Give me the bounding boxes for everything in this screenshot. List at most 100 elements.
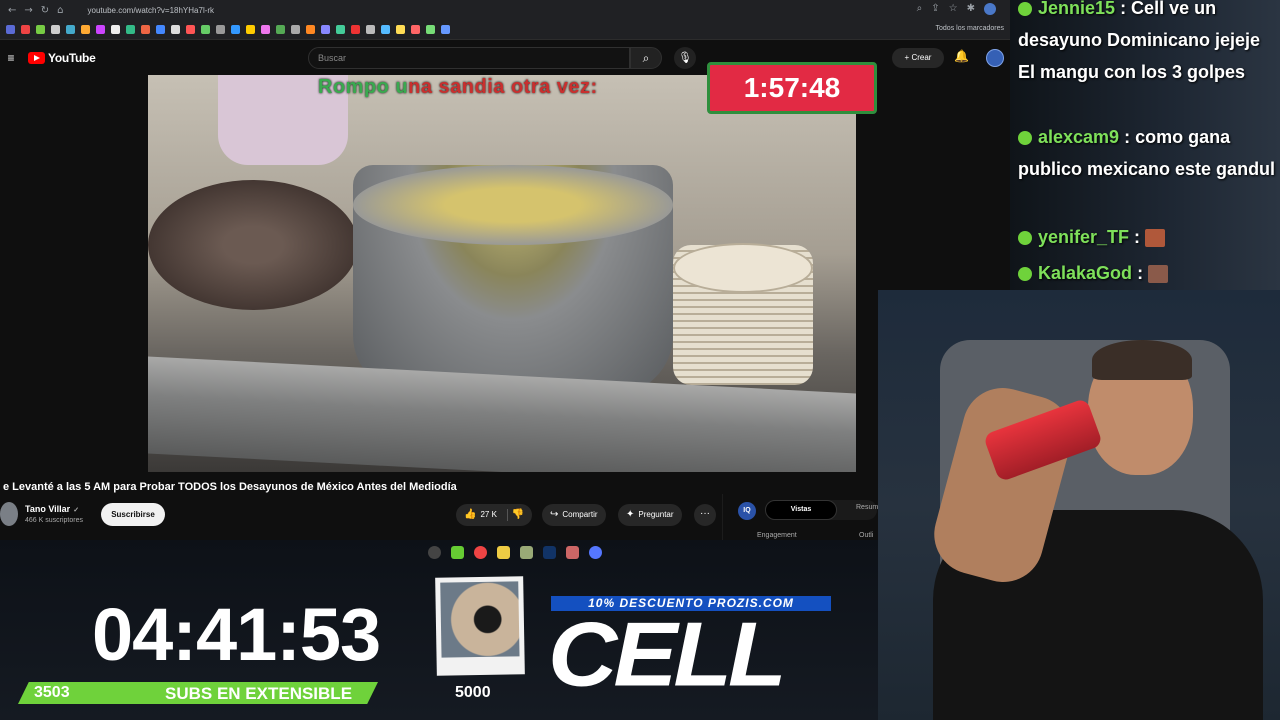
taskbar-app-icon[interactable] xyxy=(520,545,533,559)
notifications-icon[interactable]: 🔔 xyxy=(954,49,969,63)
bookmark-icon[interactable] xyxy=(276,25,285,34)
menu-icon[interactable]: ≡ xyxy=(2,51,20,65)
bookmark-icon[interactable] xyxy=(6,25,15,34)
bookmark-icon[interactable] xyxy=(111,25,120,34)
bookmark-icon[interactable] xyxy=(126,25,135,34)
bookmark-icon[interactable] xyxy=(51,25,60,34)
create-button[interactable]: + Crear xyxy=(892,48,944,68)
bookmark-icon[interactable] xyxy=(336,25,345,34)
streamer-hair xyxy=(1092,340,1192,380)
taskbar-app-icon[interactable] xyxy=(451,545,464,559)
taskbar-app-icon[interactable] xyxy=(566,545,579,559)
bookmark-icon[interactable] xyxy=(141,25,150,34)
youtube-logo[interactable]: YouTube xyxy=(28,51,96,65)
iq-badge[interactable]: IQ xyxy=(738,502,756,520)
chat-username: Jennie15 xyxy=(1038,0,1116,18)
promo-banner: 10% DESCUENTO PROZIS.COM xyxy=(551,596,831,611)
extensions-icon[interactable]: ✱ xyxy=(967,3,975,15)
bookmark-icon[interactable] xyxy=(201,25,210,34)
ask-button[interactable]: ✦ Preguntar xyxy=(618,504,682,526)
bookmark-icon[interactable] xyxy=(261,25,270,34)
chat-message: KalakaGod : xyxy=(1018,257,1278,289)
taskbar-app-icon[interactable] xyxy=(589,545,602,559)
like-button[interactable]: 👍 27 K 👎 xyxy=(456,504,533,526)
star-icon[interactable]: ☆ xyxy=(949,3,958,15)
bookmark-icon[interactable] xyxy=(441,25,450,34)
bookmark-icon[interactable] xyxy=(66,25,75,34)
folder-icon[interactable] xyxy=(497,545,510,559)
bookmark-icon[interactable] xyxy=(321,25,330,34)
stream-screen: { "browser": { "url": "youtube.com/watch… xyxy=(0,0,1280,720)
sub-badge-icon xyxy=(1018,267,1032,282)
chat-panel: Jennie15 : Cell ve un desayuno Dominican… xyxy=(1010,0,1280,290)
bookmark-icon[interactable] xyxy=(426,25,435,34)
cat-polaroid xyxy=(435,576,525,676)
subscribe-button[interactable]: Suscribirse xyxy=(101,503,165,526)
sub-badge-icon xyxy=(1018,2,1032,17)
share-button[interactable]: ↪ Compartir xyxy=(542,504,606,526)
bookmark-icon[interactable] xyxy=(21,25,30,34)
bookmark-icon[interactable] xyxy=(291,25,300,34)
zoom-icon[interactable]: ⌕ xyxy=(917,3,923,15)
profile-icon[interactable] xyxy=(984,3,996,15)
voice-search-button[interactable]: 🎙 xyxy=(674,47,696,69)
bookmark-icon[interactable] xyxy=(216,25,225,34)
cat-photo xyxy=(440,581,520,658)
chat-text: : xyxy=(1137,263,1144,283)
share-icon[interactable]: ⇪ xyxy=(931,3,939,15)
bookmark-icon[interactable] xyxy=(156,25,165,34)
video-player[interactable] xyxy=(148,75,856,472)
address-bar: ← → ↻ ⌂ youtube.com/watch?v=18hYHa7l-rk … xyxy=(0,0,1010,20)
tab-vistas[interactable]: Vistas xyxy=(765,500,837,520)
emote-icon xyxy=(1145,229,1166,248)
bookmark-icon[interactable] xyxy=(81,25,90,34)
reload-icon[interactable]: ↻ xyxy=(41,5,49,16)
chat-message: yenifer_TF : xyxy=(1018,221,1278,253)
bookmark-icon[interactable] xyxy=(36,25,45,34)
channel-avatar[interactable] xyxy=(0,502,18,526)
video-bowl xyxy=(148,180,358,310)
tab-resumen[interactable]: Resum xyxy=(856,504,878,511)
bookmark-icon[interactable] xyxy=(171,25,180,34)
bookmark-icon[interactable] xyxy=(186,25,195,34)
subs-label: SUBS EN EXTENSIBLE xyxy=(165,684,353,703)
bookmark-icon[interactable] xyxy=(306,25,315,34)
thumbs-down-icon[interactable]: 👎 xyxy=(512,504,524,526)
chat-message: Jennie15 : Cell ve un desayuno Dominican… xyxy=(1018,0,1278,88)
channel-name[interactable]: Tano Villar ✓ xyxy=(25,504,79,514)
photoshop-icon[interactable] xyxy=(543,545,556,559)
bookmark-icon[interactable] xyxy=(366,25,375,34)
home-icon[interactable]: ⌂ xyxy=(57,5,63,16)
all-bookmarks[interactable]: Todos los marcadores xyxy=(936,25,1004,32)
sub-badge-icon xyxy=(1018,231,1032,246)
bookmark-icon[interactable] xyxy=(96,25,105,34)
forward-icon[interactable]: → xyxy=(24,5,32,16)
url-text[interactable]: youtube.com/watch?v=18hYHa7l-rk xyxy=(88,6,215,15)
taskbar-app-icon[interactable] xyxy=(428,545,441,559)
search-button[interactable]: ⌕ xyxy=(630,47,662,69)
youtube-play-icon xyxy=(28,52,45,64)
more-actions-button[interactable]: ··· xyxy=(694,504,716,526)
bookmark-icon[interactable] xyxy=(411,25,420,34)
like-count: 27 K xyxy=(480,510,497,519)
stream-overlay-text: Rompo una sandia otra vez: xyxy=(318,76,598,98)
account-avatar[interactable] xyxy=(986,49,1004,67)
bookmark-icon[interactable] xyxy=(396,25,405,34)
chat-username: alexcam9 xyxy=(1038,127,1120,147)
video-plates-top xyxy=(673,243,813,293)
search-icon: ⌕ xyxy=(642,51,650,65)
search-input[interactable]: Buscar xyxy=(308,47,630,69)
chrome-icon[interactable] xyxy=(474,545,487,559)
bookmark-icon[interactable] xyxy=(351,25,360,34)
side-panel: IQ Vistas Resum Engagement Outli xyxy=(722,494,878,540)
emote-icon xyxy=(1148,265,1169,284)
bookmarks-bar: Todos los marcadores xyxy=(0,20,1010,40)
bookmark-icon[interactable] xyxy=(246,25,255,34)
bookmark-icon[interactable] xyxy=(231,25,240,34)
bookmark-icon[interactable] xyxy=(381,25,390,34)
sub-badge-icon xyxy=(1018,131,1032,146)
video-pot-top xyxy=(353,165,673,245)
back-icon[interactable]: ← xyxy=(8,5,16,16)
engagement-label: Engagement xyxy=(757,532,797,539)
outline-label: Outli xyxy=(859,532,874,539)
